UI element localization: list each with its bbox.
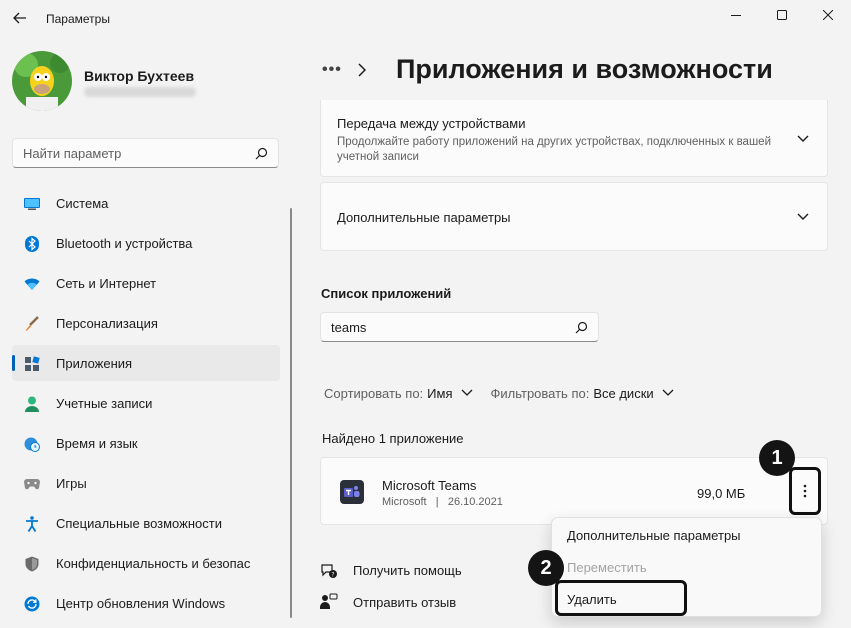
update-icon <box>24 596 40 612</box>
sidebar-item-apps[interactable]: Приложения <box>12 345 280 381</box>
breadcrumb-overflow-button[interactable]: ••• <box>322 61 342 79</box>
send-feedback-link[interactable]: Отправить отзыв <box>320 592 456 612</box>
uninstall-highlight-frame <box>555 580 687 616</box>
app-meta: Microsoft | 26.10.2021 <box>382 496 503 508</box>
back-button[interactable] <box>10 8 30 28</box>
feedback-icon <box>320 593 338 609</box>
sidebar-item-accessibility[interactable]: Специальные возможности <box>12 505 280 541</box>
sort-label: Сортировать по: <box>324 385 424 401</box>
transfer-card-description: Продолжайте работу приложений на других … <box>337 136 771 163</box>
minimize-button[interactable] <box>713 0 759 30</box>
more-vertical-icon <box>803 484 807 498</box>
sidebar-item-system[interactable]: Система <box>12 185 280 221</box>
advanced-options-title: Дополнительные параметры <box>337 210 511 225</box>
settings-search[interactable] <box>12 138 279 168</box>
maximize-button[interactable] <box>759 0 805 30</box>
app-search-box[interactable] <box>320 312 599 342</box>
sidebar-item-personalization[interactable]: Персонализация <box>12 305 280 341</box>
accessibility-icon <box>24 516 40 532</box>
wifi-icon <box>24 276 40 292</box>
brush-icon <box>24 316 40 332</box>
filter-label: Фильтровать по: <box>490 385 590 401</box>
close-icon <box>823 10 833 20</box>
gamepad-icon <box>24 476 40 492</box>
svg-text:?: ? <box>331 571 334 578</box>
minimize-icon <box>731 15 741 16</box>
transfer-card-title: Передача между устройствами <box>337 116 526 131</box>
sidebar-scrollbar[interactable] <box>290 208 292 618</box>
maximize-icon <box>777 10 787 20</box>
step-badge-2: 2 <box>528 550 564 586</box>
arrow-left-icon <box>13 12 26 24</box>
app-name: Microsoft Teams <box>382 478 477 493</box>
app-install-date: 26.10.2021 <box>447 496 503 508</box>
advanced-options-card[interactable]: Дополнительные параметры <box>320 182 828 251</box>
app-row-microsoft-teams: Microsoft Teams Microsoft | 26.10.2021 9… <box>320 457 828 525</box>
chevron-down-icon[interactable] <box>797 135 809 143</box>
sort-dropdown[interactable]: Сортировать по: Имя <box>324 386 473 401</box>
sidebar-nav: Система Bluetooth и устройства Сеть и Ин… <box>12 185 280 625</box>
step-badge-1: 1 <box>759 440 795 476</box>
avatar[interactable] <box>12 51 72 111</box>
get-help-link[interactable]: ? Получить помощь <box>320 560 462 580</box>
app-size: 99,0 МБ <box>697 486 746 501</box>
bluetooth-icon <box>24 236 40 252</box>
page-title: Приложения и возможности <box>396 54 773 84</box>
app-list-heading: Список приложений <box>321 286 452 301</box>
sidebar-item-privacy[interactable]: Конфиденциальность и безопас <box>12 545 280 581</box>
sidebar-item-time-language[interactable]: Время и язык <box>12 425 280 461</box>
user-name: Виктор Бухтеев <box>84 68 195 84</box>
sort-filter-row: Сортировать по: Имя Фильтровать по: Все … <box>324 384 674 402</box>
sidebar-item-gaming[interactable]: Игры <box>12 465 280 501</box>
app-more-options-button[interactable] <box>789 467 821 515</box>
app-publisher: Microsoft <box>382 496 427 508</box>
menu-item-move: Переместить <box>567 559 647 575</box>
filter-value: Все диски <box>593 385 654 401</box>
chevron-right-icon <box>358 63 366 77</box>
filter-dropdown[interactable]: Фильтровать по: Все диски <box>491 386 674 401</box>
menu-item-advanced-options[interactable]: Дополнительные параметры <box>552 520 821 550</box>
apps-icon <box>24 356 40 372</box>
app-meta-separator: | <box>435 496 439 508</box>
chevron-down-icon <box>662 389 674 396</box>
sidebar-item-accounts[interactable]: Учетные записи <box>12 385 280 421</box>
breadcrumb: ••• <box>322 52 366 88</box>
app-search-input[interactable] <box>321 313 561 341</box>
chevron-down-icon[interactable] <box>797 213 809 221</box>
found-count: Найдено 1 приложение <box>322 431 464 446</box>
person-icon <box>24 396 40 412</box>
user-email-blurred <box>84 87 196 97</box>
teams-icon <box>340 480 364 504</box>
avatar-image-icon <box>12 51 72 111</box>
send-feedback-label: Отправить отзыв <box>353 594 457 610</box>
get-help-label: Получить помощь <box>353 562 462 578</box>
sort-value: Имя <box>427 385 453 401</box>
close-button[interactable] <box>805 0 851 30</box>
title-bar: Параметры <box>0 0 851 40</box>
chevron-down-icon <box>461 389 472 396</box>
help-icon: ? <box>321 564 337 578</box>
sidebar-item-network[interactable]: Сеть и Интернет <box>12 265 280 301</box>
sidebar-item-bluetooth[interactable]: Bluetooth и устройства <box>12 225 280 261</box>
monitor-icon <box>24 196 40 212</box>
search-icon[interactable] <box>255 147 268 160</box>
sidebar-item-windows-update[interactable]: Центр обновления Windows <box>12 585 280 621</box>
search-input[interactable] <box>13 139 233 167</box>
transfer-card[interactable]: Передача между устройствами Продолжайте … <box>320 100 828 177</box>
shield-icon <box>24 556 40 572</box>
search-icon[interactable] <box>575 321 588 334</box>
globe-clock-icon <box>24 436 40 452</box>
app-title: Параметры <box>46 12 110 26</box>
